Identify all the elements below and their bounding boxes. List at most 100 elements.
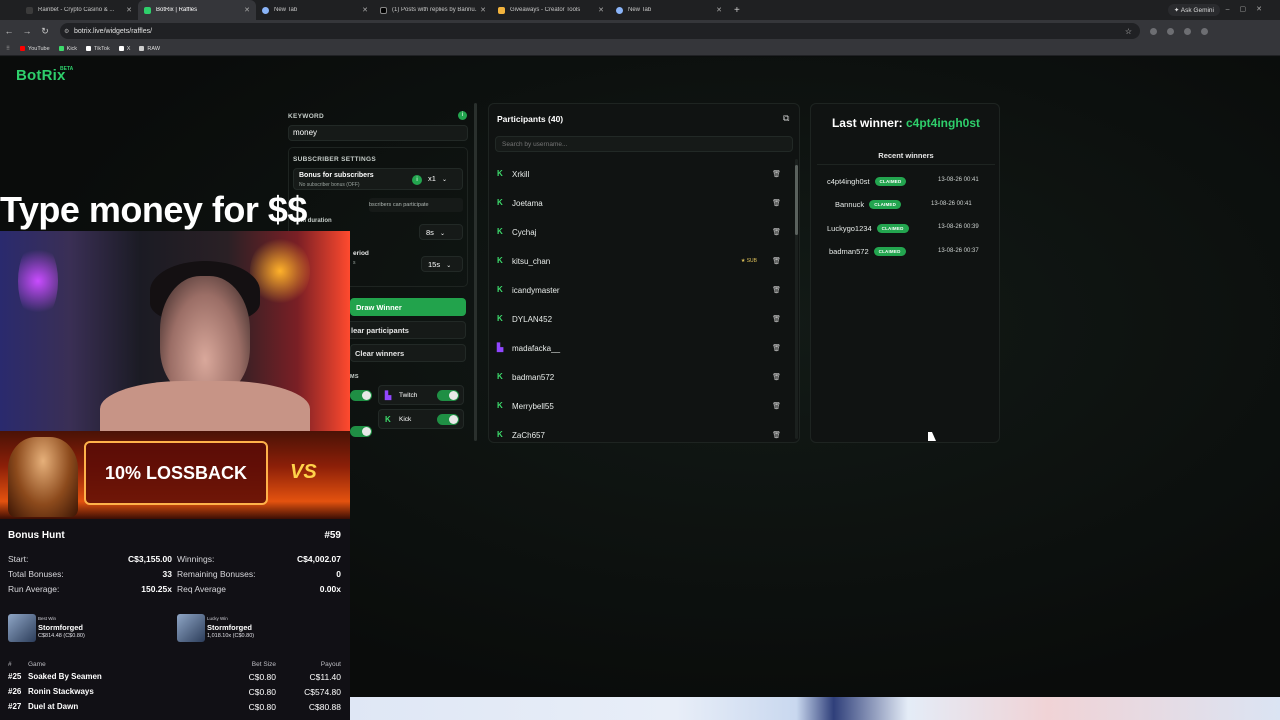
participant-row[interactable]: K DYLAN452 🗑	[497, 309, 787, 329]
extension-icon[interactable]	[1167, 27, 1174, 35]
extension-icon[interactable]	[1184, 27, 1191, 35]
site-info-icon[interactable]: ⚙	[64, 28, 69, 35]
tab-rainbet[interactable]: Rainbet - Crypto Casino & ... ✕	[20, 0, 138, 20]
trash-icon[interactable]: 🗑	[772, 286, 781, 294]
trash-icon[interactable]: 🗑	[772, 257, 781, 265]
tab-giveaways[interactable]: Giveaways - Creator Tools ✕	[492, 0, 610, 20]
participant-name: kitsu_chan	[512, 256, 551, 266]
start-value: C$3,155.00	[128, 554, 172, 564]
participant-row[interactable]: K ZaCh657 🗑	[497, 425, 787, 445]
clear-participants-button[interactable]: lear participants	[346, 321, 466, 339]
bonus-for-subscribers-field[interactable]: Bonus for subscribers No subscriber bonu…	[293, 168, 463, 190]
participant-row[interactable]: K Merrybell55 🗑	[497, 396, 787, 416]
last-winner-name: c4pt4ingh0st	[906, 116, 981, 130]
recent-winners-label: Recent winners	[878, 151, 934, 160]
tab-new-1[interactable]: New Tab ✕	[256, 0, 374, 20]
participant-row[interactable]: Kbadman572 🗑	[497, 367, 787, 387]
keyword-input[interactable]: money	[288, 125, 468, 141]
close-icon[interactable]: ✕	[244, 6, 250, 14]
best-win-game: Stormforged	[38, 623, 83, 632]
trash-icon[interactable]: 🗑	[772, 373, 781, 381]
window-controls[interactable]: –▢✕	[1226, 5, 1272, 13]
apps-icon[interactable]: ⠿	[6, 46, 10, 52]
twitch-toggle[interactable]	[437, 390, 459, 401]
claimed-badge: CLAIMED	[876, 223, 909, 233]
spin-duration-select[interactable]: 8s ⌄	[419, 224, 463, 240]
tab-botrix[interactable]: BotRix | Raffles ✕	[138, 0, 256, 20]
trash-icon[interactable]: 🗑	[772, 344, 781, 352]
reload-icon[interactable]: ↻	[36, 26, 54, 37]
col-game: Game	[28, 661, 46, 668]
req-average-value: 0.00x	[319, 584, 341, 594]
address-bar: ← → ↻ ⚙ botrix.live/widgets/raffles/ ☆	[0, 20, 1280, 42]
participants-title: Participants (40)	[497, 114, 564, 124]
trash-icon[interactable]: 🗑	[772, 315, 781, 323]
bookmark-star-icon[interactable]: ☆	[1125, 27, 1132, 36]
best-win-value: C$814.48 (C$0.80)	[38, 633, 85, 639]
bookmark-raw[interactable]: RAW	[139, 46, 160, 52]
period-select[interactable]: 15s ⌄	[421, 256, 463, 272]
close-icon[interactable]: ✕	[480, 6, 486, 14]
raw-icon	[139, 46, 145, 51]
forward-icon[interactable]: →	[18, 26, 36, 36]
extension-icon[interactable]	[1150, 27, 1157, 35]
bookmark-x[interactable]: X	[118, 46, 130, 52]
close-icon[interactable]: ✕	[716, 6, 722, 14]
participants-scrollbar[interactable]	[795, 159, 798, 439]
clear-winners-button[interactable]: Clear winners	[350, 344, 466, 362]
participant-name: Xrkill	[512, 169, 530, 179]
bookmark-kick[interactable]: Kick	[58, 46, 77, 52]
kick-toggle[interactable]	[437, 414, 459, 425]
new-tab-button[interactable]: +	[734, 5, 740, 16]
x-favicon-icon	[380, 6, 387, 14]
participant-search-input[interactable]	[495, 136, 793, 152]
participant-row[interactable]: ▙ madafacka__ 🗑	[497, 338, 787, 358]
tab-x-posts[interactable]: (1) Posts with replies by Bannu... ✕	[374, 0, 492, 20]
trash-icon[interactable]: 🗑	[772, 170, 781, 178]
bonus-multiplier-select[interactable]: x1 ⌄	[428, 174, 447, 183]
twitch-icon: ▙	[497, 343, 504, 352]
mouse-cursor	[928, 432, 936, 441]
ask-gemini-button[interactable]: ✦ Ask Gemini	[1167, 4, 1220, 16]
bookmark-youtube[interactable]: YouTube	[20, 46, 50, 52]
lucky-win-game: Stormforged	[207, 623, 252, 632]
close-icon[interactable]: ✕	[598, 6, 604, 14]
winners-panel: Last winner: c4pt4ingh0st Recent winners…	[810, 103, 1000, 443]
close-icon[interactable]: ✕	[126, 6, 132, 14]
profile-avatar[interactable]	[1201, 27, 1208, 35]
kick-icon: K	[497, 372, 503, 381]
back-icon[interactable]: ←	[0, 26, 18, 36]
close-icon[interactable]: ✕	[362, 6, 368, 14]
copy-icon[interactable]: ⧉	[783, 113, 789, 124]
trash-icon[interactable]: 🗑	[772, 402, 781, 410]
kick-icon: K	[497, 227, 503, 236]
scrollbar-thumb[interactable]	[795, 165, 798, 235]
trash-icon[interactable]: 🗑	[772, 431, 781, 439]
trash-icon[interactable]: 🗑	[772, 199, 781, 207]
participant-name: badman572	[512, 372, 555, 382]
platform-toggle-left-1[interactable]	[350, 390, 372, 401]
info-icon[interactable]: i	[458, 111, 467, 120]
kick-icon: K	[497, 401, 503, 410]
participant-row[interactable]: K Joetama 🗑	[497, 193, 787, 213]
lucky-win-thumbnail	[177, 614, 205, 642]
participant-row[interactable]: K Cychaj 🗑	[497, 222, 787, 242]
game-bet: C$0.80	[248, 672, 276, 682]
url-input[interactable]: ⚙ botrix.live/widgets/raffles/ ☆	[60, 23, 1140, 39]
tab-new-2[interactable]: New Tab ✕	[610, 0, 728, 20]
info-icon[interactable]: i	[412, 175, 422, 185]
platform-toggle-left-2[interactable]	[350, 426, 372, 437]
draw-winner-button[interactable]: Draw Winner	[350, 298, 466, 316]
total-bonuses-value: 33	[162, 569, 172, 579]
botrix-logo[interactable]: BotRix	[16, 67, 66, 84]
participant-row[interactable]: K Xrkill 🗑	[497, 164, 787, 184]
col-bet: Bet Size	[251, 661, 276, 668]
participant-row[interactable]: Kkitsu_chan ★ SUB 🗑	[497, 251, 787, 271]
bookmark-tiktok[interactable]: TikTok	[86, 46, 110, 52]
keyword-label: KEYWORD	[288, 113, 325, 120]
participant-row[interactable]: Kicandymaster 🗑	[497, 280, 787, 300]
game-number: #27	[8, 702, 22, 711]
trash-icon[interactable]: 🗑	[772, 228, 781, 236]
kick-icon: K	[385, 415, 391, 424]
settings-scrollbar[interactable]	[474, 103, 477, 441]
